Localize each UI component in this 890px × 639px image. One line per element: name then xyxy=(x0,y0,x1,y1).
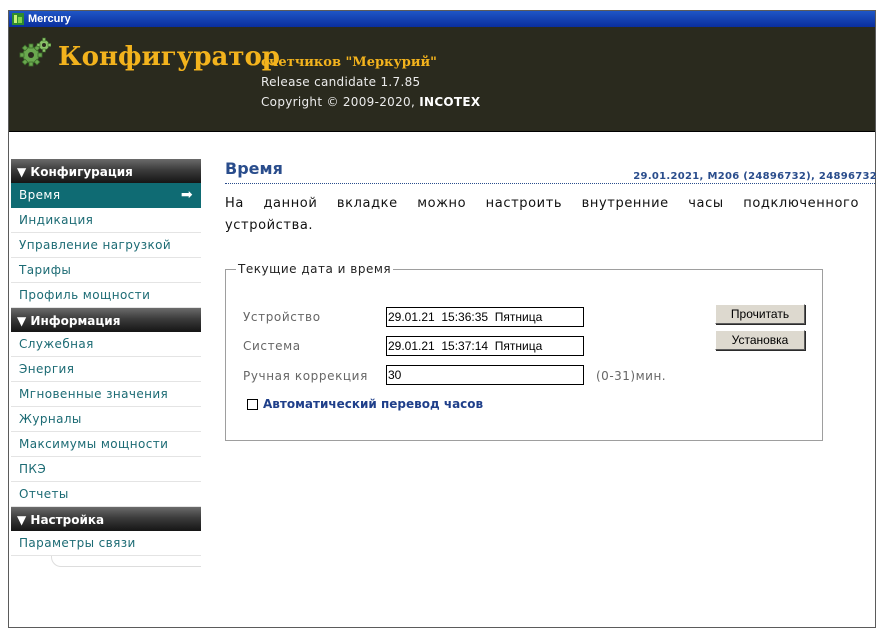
device-time-field[interactable]: 29.01.21 15:36:35 Пятница xyxy=(386,307,584,327)
auto-dst-checkbox[interactable] xyxy=(247,399,258,410)
page-description: На данной вкладке можно настроить внутре… xyxy=(225,196,859,233)
nav-item-instant-values[interactable]: Мгновенные значения xyxy=(11,382,201,407)
device-time-label: Устройство xyxy=(243,310,321,324)
nav-item-pke[interactable]: ПКЭ xyxy=(11,457,201,482)
section-header-settings[interactable]: ▼ Настройка xyxy=(11,507,201,531)
read-button[interactable]: Прочитать xyxy=(715,304,805,324)
nav-item-journals[interactable]: Журналы xyxy=(11,407,201,432)
section-header-configuration[interactable]: ▼ Конфигурация xyxy=(11,159,201,183)
datetime-group: Текущие дата и время Устройство 29.01.21… xyxy=(225,262,823,441)
copyright-text: Copyright © 2009-2020, INCOTEX xyxy=(261,95,480,109)
window-title: Mercury xyxy=(28,13,71,25)
sidebar: ▼ Конфигурация Время ➡ Индикация Управле… xyxy=(11,159,201,567)
group-legend: Текущие дата и время xyxy=(236,262,394,276)
device-info: 29.01.2021, M206 (24896732), 24896732 xyxy=(633,171,877,182)
nav-item-service[interactable]: Служебная xyxy=(11,332,201,357)
nav-item-energy[interactable]: Энергия xyxy=(11,357,201,382)
set-button[interactable]: Установка xyxy=(715,330,805,350)
system-time-label: Система xyxy=(243,339,301,353)
manual-correction-input[interactable]: 30 xyxy=(386,365,584,385)
nav-item-load-control[interactable]: Управление нагрузкой xyxy=(11,233,201,258)
nav-item-reports[interactable]: Отчеты xyxy=(11,482,201,507)
section-header-information[interactable]: ▼ Информация xyxy=(11,308,201,332)
nav-item-power-maximums[interactable]: Максимумы мощности xyxy=(11,432,201,457)
nav-item-tariffs[interactable]: Тарифы xyxy=(11,258,201,283)
arrow-right-icon: ➡ xyxy=(180,187,193,203)
nav-item-connection-params[interactable]: Параметры связи xyxy=(11,531,201,556)
app-window: Mercury Конфигуратор счетчиков "Меркурий… xyxy=(8,10,877,628)
page-title: Время xyxy=(225,159,283,178)
nav-item-power-profile[interactable]: Профиль мощности xyxy=(11,283,201,308)
nav-item-label: Время xyxy=(19,188,61,202)
app-brand: Конфигуратор xyxy=(58,42,280,72)
copyright-label: Copyright © 2009-2020, xyxy=(261,95,416,109)
release-version: Release candidate 1.7.85 xyxy=(261,75,421,89)
title-divider xyxy=(225,183,875,184)
app-header: Конфигуратор счетчиков "Меркурий" Releas… xyxy=(9,27,875,132)
app-icon xyxy=(12,13,24,25)
app-subtitle: счетчиков "Меркурий" xyxy=(261,55,437,70)
manual-correction-unit: (0-31)мин. xyxy=(596,369,667,383)
sidebar-bottom-edge xyxy=(51,556,201,567)
gears-icon xyxy=(19,37,51,67)
manual-correction-label: Ручная коррекция xyxy=(243,369,368,383)
company-name: INCOTEX xyxy=(419,95,481,109)
auto-dst-label[interactable]: Автоматический перевод часов xyxy=(263,397,483,411)
nav-item-time[interactable]: Время ➡ xyxy=(11,183,201,208)
title-bar[interactable]: Mercury xyxy=(9,11,875,27)
nav-item-indication[interactable]: Индикация xyxy=(11,208,201,233)
system-time-field[interactable]: 29.01.21 15:37:14 Пятница xyxy=(386,336,584,356)
